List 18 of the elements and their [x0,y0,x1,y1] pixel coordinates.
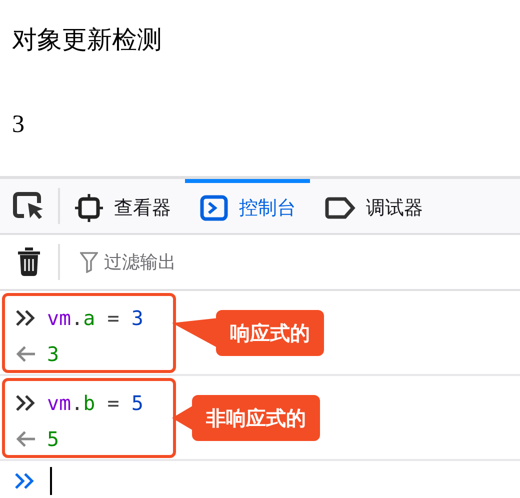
result-text: 3 [47,340,60,368]
filter-icon [80,251,98,273]
tab[interactable]: 控制台 [185,179,310,233]
value-text: 3 [11,110,26,140]
code-text: vm.a = 3 [47,304,144,332]
filter-field[interactable]: 过滤输出 [80,248,176,276]
tab[interactable]: 查看器 [60,179,185,233]
console-icon [199,193,229,223]
prompt-icon [14,472,36,490]
code-text: vm.b = 5 [47,390,144,416]
tab[interactable]: 调试器 [310,179,437,233]
prompt-icon [15,394,37,412]
page-heading: 对象更新检测 [11,26,163,56]
arrow-icon [15,430,37,448]
result-text: 5 [47,426,60,452]
crosshair-icon [74,193,104,223]
arrow-icon [15,344,37,362]
prompt-icon [15,308,37,326]
